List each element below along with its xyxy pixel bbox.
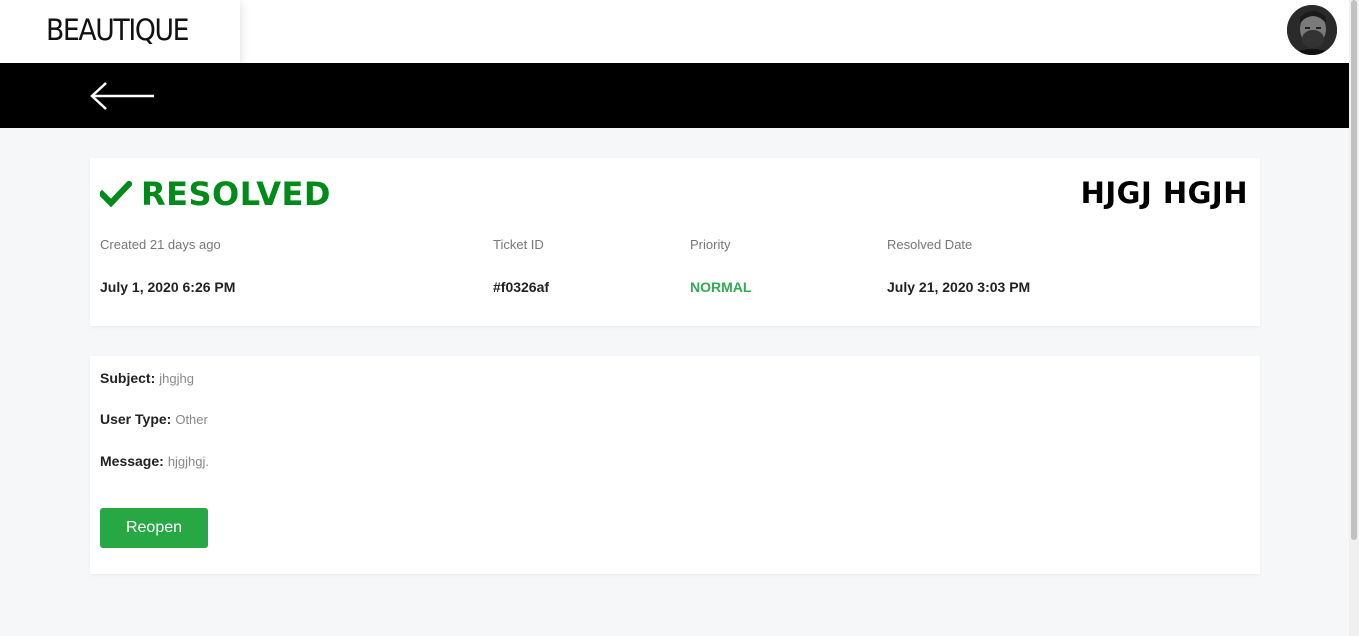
reopen-button[interactable]: Reopen: [100, 508, 208, 548]
ticket-status: RESOLVED: [100, 175, 331, 213]
resolved-date-column: Resolved Date July 21, 2020 3:03 PM: [887, 237, 1031, 296]
ticket-id-label: Ticket ID: [493, 237, 544, 252]
checkmark-icon: [100, 181, 132, 207]
resolved-date-label: Resolved Date: [887, 237, 973, 252]
top-navbar: BEAUTIQUE: [0, 0, 1349, 63]
ticket-summary-card: RESOLVED HJGJ HGJH Created 21 days ago J…: [90, 158, 1260, 326]
subject-row: Subject: jhgjhg: [100, 370, 194, 386]
priority-value: NORMAL: [690, 279, 752, 295]
subject-label: Subject:: [100, 370, 156, 386]
user-avatar[interactable]: [1287, 5, 1337, 55]
back-button[interactable]: [88, 81, 158, 111]
user-type-label: User Type:: [100, 411, 172, 427]
resolved-date-value: July 21, 2020 3:03 PM: [887, 279, 1031, 295]
priority-column: Priority NORMAL: [690, 237, 752, 296]
ticket-id-value: #f0326af: [493, 279, 550, 295]
status-label: RESOLVED: [141, 175, 331, 213]
created-column: Created 21 days ago July 1, 2020 6:26 PM: [100, 237, 236, 296]
avatar-image: [1287, 5, 1337, 55]
ticket-title: HJGJ HGJH: [1080, 176, 1248, 210]
page-header-bar: [0, 63, 1349, 128]
message-label: Message:: [100, 453, 164, 469]
priority-label: Priority: [690, 237, 731, 252]
arrow-left-icon: [90, 82, 154, 110]
page-scrollbar[interactable]: [1349, 0, 1359, 636]
scrollbar-thumb[interactable]: [1351, 0, 1357, 540]
user-type-value: Other: [175, 412, 208, 427]
ticket-id-column: Ticket ID #f0326af: [493, 237, 550, 296]
ticket-details-card: Subject: jhgjhg User Type: Other Message: h…: [90, 356, 1260, 574]
message-value: hjgjhgj.: [167, 454, 210, 469]
created-label: Created 21 days ago: [100, 237, 221, 252]
brand-logo-text: BEAUTIQUE: [46, 13, 189, 47]
user-type-row: User Type: Other: [100, 411, 208, 427]
created-value: July 1, 2020 6:26 PM: [100, 279, 236, 295]
message-row: Message: hjgjhgj.: [100, 453, 209, 469]
subject-value: jhgjhg: [159, 371, 194, 386]
brand-logo[interactable]: BEAUTIQUE: [0, 0, 240, 63]
